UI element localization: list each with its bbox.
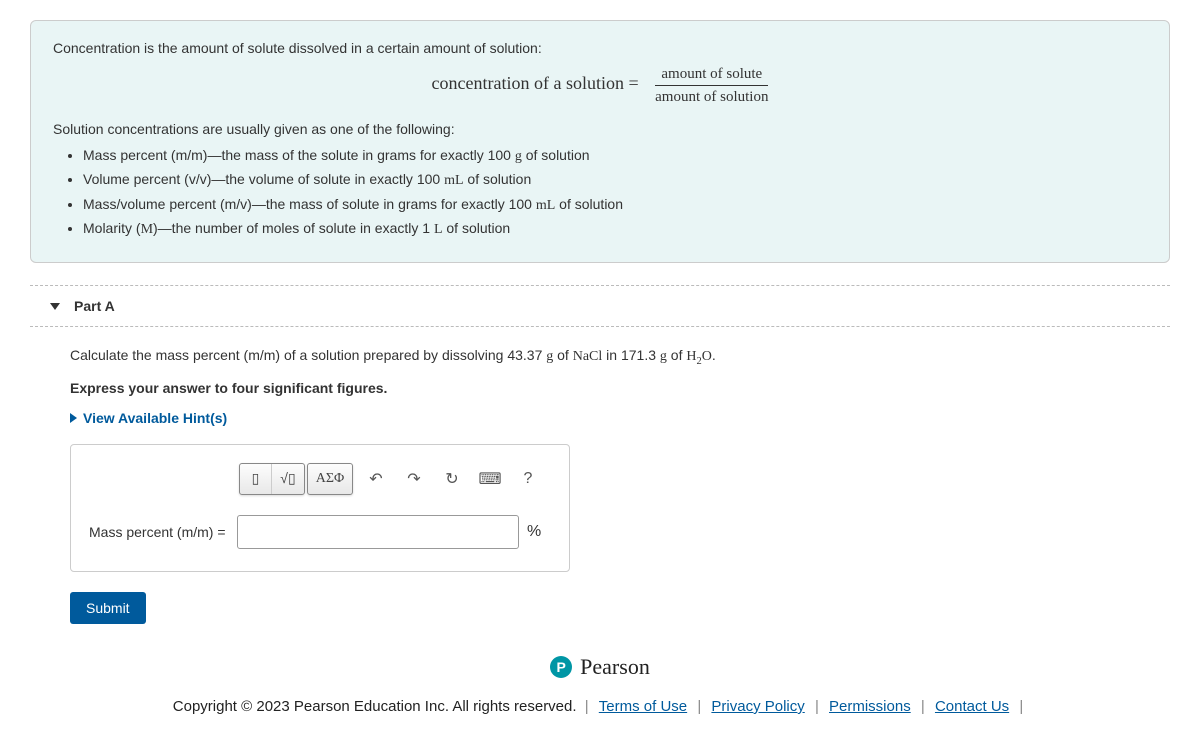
answer-frame: ▯ √▯ ΑΣΦ ↶ ↷ ↻ ⌨ ? Mass percent (m/m) = … (70, 444, 570, 572)
template-button[interactable]: ▯ (240, 464, 272, 494)
part-title: Part A (74, 298, 115, 314)
list-item: Molarity (M)—the number of moles of solu… (83, 218, 1147, 240)
intro-box: Concentration is the amount of solute di… (30, 20, 1170, 263)
help-button[interactable]: ? (513, 464, 543, 494)
keyboard-button[interactable]: ⌨ (475, 464, 505, 494)
permissions-link[interactable]: Permissions (829, 698, 911, 715)
terms-link[interactable]: Terms of Use (599, 698, 687, 715)
formula-numerator: amount of solute (655, 65, 768, 86)
submit-button[interactable]: Submit (70, 592, 146, 624)
hints-label: View Available Hint(s) (83, 410, 227, 426)
list-item: Mass/volume percent (m/v)—the mass of so… (83, 194, 1147, 216)
formula-fraction: amount of solute amount of solution (655, 65, 768, 106)
greek-button[interactable]: ΑΣΦ (308, 464, 352, 494)
answer-label: Mass percent (m/m) = (89, 524, 229, 540)
answer-row: Mass percent (m/m) = % (89, 515, 551, 549)
list-item: Volume percent (v/v)—the volume of solut… (83, 169, 1147, 191)
part-a-body: Calculate the mass percent (m/m) of a so… (30, 345, 1170, 624)
copyright-text: Copyright © 2023 Pearson Education Inc. … (173, 698, 577, 715)
instruction-text: Express your answer to four significant … (70, 380, 1170, 396)
tool-group-greek: ΑΣΦ (307, 463, 353, 495)
concentration-formula: concentration of a solution = amount of … (53, 65, 1147, 106)
privacy-link[interactable]: Privacy Policy (711, 698, 804, 715)
intro-line-1: Concentration is the amount of solute di… (53, 39, 1147, 59)
pearson-brand-text: Pearson (580, 654, 650, 680)
chevron-right-icon (70, 413, 77, 423)
part-a-header[interactable]: Part A (30, 285, 1170, 327)
reset-button[interactable]: ↻ (437, 464, 467, 494)
view-hints-toggle[interactable]: View Available Hint(s) (70, 410, 227, 426)
formula-lhs: concentration of a solution = (432, 73, 639, 93)
intro-line-2: Solution concentrations are usually give… (53, 120, 1147, 140)
chevron-down-icon (50, 303, 60, 310)
pearson-logo-icon: P (550, 656, 572, 678)
tool-group-templates: ▯ √▯ (239, 463, 305, 495)
pearson-logo: P Pearson (550, 654, 650, 680)
radical-button[interactable]: √▯ (272, 464, 304, 494)
contact-link[interactable]: Contact Us (935, 698, 1009, 715)
question-text: Calculate the mass percent (m/m) of a so… (70, 345, 1170, 370)
answer-input[interactable] (237, 515, 519, 549)
copyright-line: Copyright © 2023 Pearson Education Inc. … (30, 698, 1170, 715)
list-item: Mass percent (m/m)—the mass of the solut… (83, 145, 1147, 167)
redo-button[interactable]: ↷ (399, 464, 429, 494)
equation-toolbar: ▯ √▯ ΑΣΦ ↶ ↷ ↻ ⌨ ? (239, 463, 551, 495)
concentration-types-list: Mass percent (m/m)—the mass of the solut… (83, 145, 1147, 240)
footer: P Pearson Copyright © 2023 Pearson Educa… (30, 654, 1170, 715)
formula-denominator: amount of solution (655, 86, 768, 106)
answer-unit: % (527, 523, 551, 541)
undo-button[interactable]: ↶ (361, 464, 391, 494)
